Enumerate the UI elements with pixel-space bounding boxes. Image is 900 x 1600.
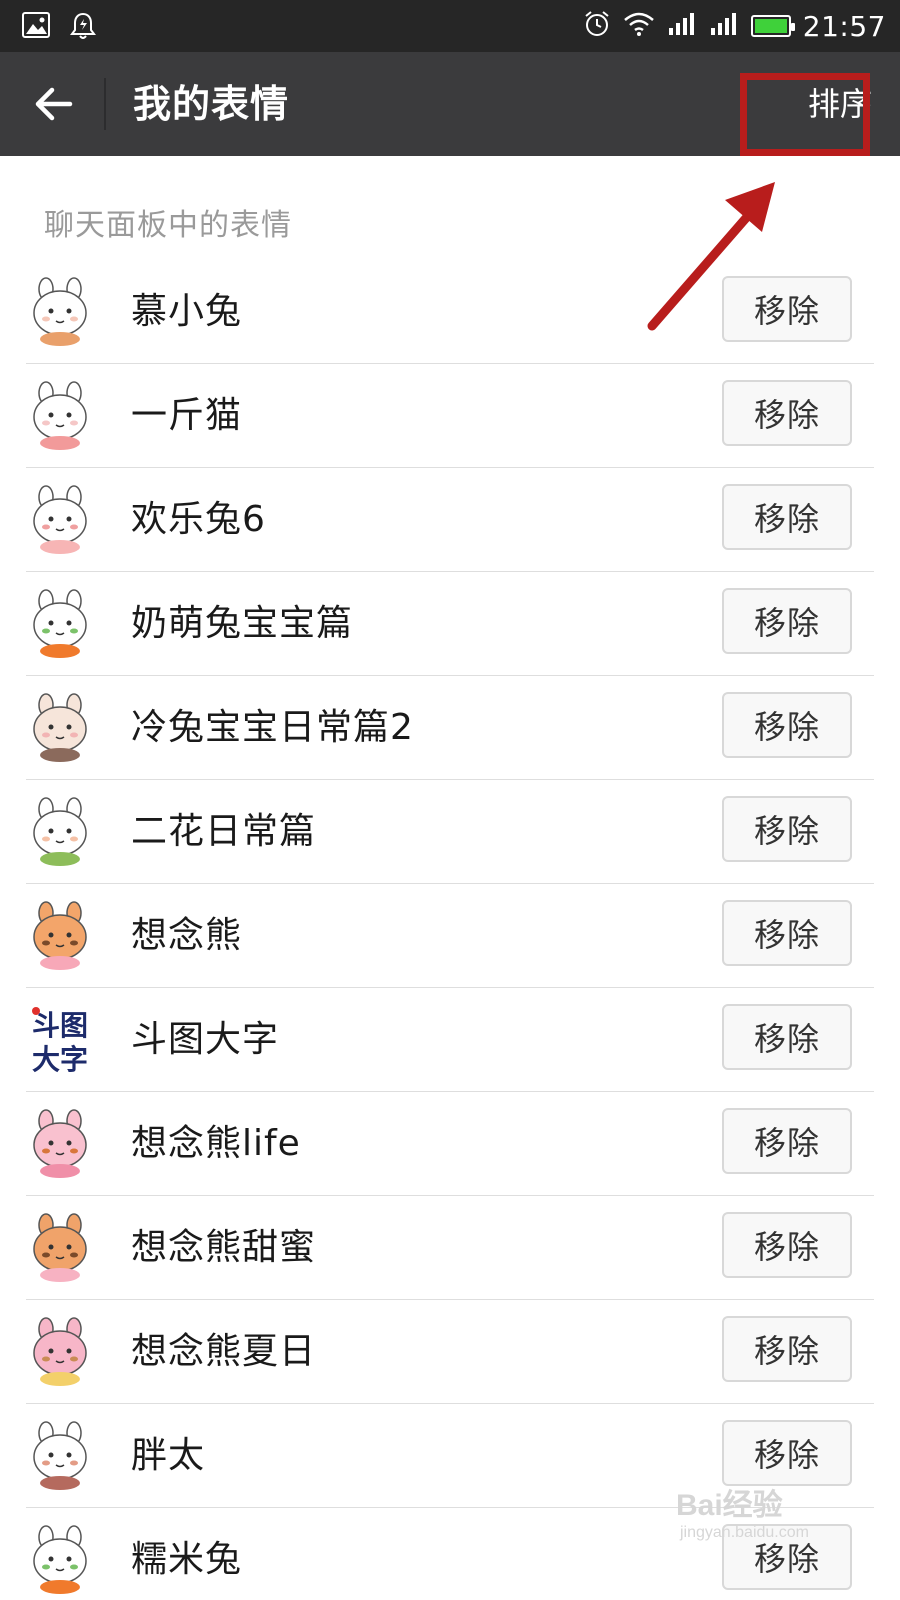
sticker-row[interactable]: 欢乐兔6 移除 [0, 468, 900, 572]
sticker-row[interactable]: 一斤猫 移除 [0, 364, 900, 468]
battery-icon [750, 15, 795, 37]
sticker-name: 冷兔宝宝日常篇2 [131, 707, 414, 748]
clock-time: 21:57 [802, 9, 886, 43]
svg-text:大字: 大字 [32, 1043, 88, 1075]
cat-sticker-icon [24, 379, 96, 451]
back-arrow-icon [35, 87, 73, 121]
alarm-icon [583, 10, 611, 42]
text-logo-icon: 斗图 大字 [24, 1003, 96, 1075]
status-bar: 21:57 [0, 0, 900, 52]
sticker-name: 慕小兔 [131, 291, 243, 332]
sticker-row[interactable]: 想念熊 移除 [0, 884, 900, 988]
sticker-row[interactable]: 想念熊life 移除 [0, 1092, 900, 1196]
sticker-name: 想念熊甜蜜 [131, 1227, 317, 1268]
fox-cat-sticker-icon [24, 1419, 96, 1491]
pink-bear-sticker-icon [24, 1107, 96, 1179]
remove-button[interactable]: 移除 [722, 692, 852, 758]
sticker-row[interactable]: 想念熊甜蜜 移除 [0, 1196, 900, 1300]
back-button[interactable] [28, 78, 80, 130]
remove-button[interactable]: 移除 [722, 796, 852, 862]
remove-button[interactable]: 移除 [722, 900, 852, 966]
remove-button[interactable]: 移除 [722, 1212, 852, 1278]
sticker-name: 想念熊夏日 [131, 1331, 317, 1372]
remove-button[interactable]: 移除 [722, 1004, 852, 1070]
remove-button[interactable]: 移除 [722, 1316, 852, 1382]
bunny-pig-sticker-icon [24, 483, 96, 555]
remove-button[interactable]: 移除 [722, 276, 852, 342]
bear-pig-sticker-icon [24, 899, 96, 971]
watermark-sub: jingyan.baidu.com [680, 1524, 809, 1541]
sprout-sticker-icon [24, 795, 96, 867]
remove-button[interactable]: 移除 [722, 1420, 852, 1486]
bunny-carrot-sticker-icon [24, 587, 96, 659]
sticker-name: 想念熊 [131, 915, 243, 956]
bunny-sticker-icon [24, 275, 96, 347]
remove-button[interactable]: 移除 [722, 1108, 852, 1174]
image-icon [22, 12, 50, 44]
bunny-carrot-sticker-icon [24, 1523, 96, 1595]
content: 聊天面板中的表情 慕小兔 移除 一斤猫 移除 欢乐兔6 移除 奶萌兔宝宝篇 移除 冷兔宝宝日常篇… [0, 156, 900, 1600]
sticker-name: 欢乐兔6 [131, 499, 266, 540]
bear-icecream-sticker-icon [24, 1315, 96, 1387]
sticker-name: 胖太 [131, 1435, 206, 1476]
sticker-name: 奶萌兔宝宝篇 [131, 603, 354, 644]
remove-button[interactable]: 移除 [722, 588, 852, 654]
sticker-name: 想念熊life [131, 1123, 301, 1164]
sticker-name: 斗图大字 [131, 1019, 280, 1060]
annotation-highlight-box [740, 73, 870, 156]
sticker-row[interactable]: 想念熊夏日 移除 [0, 1300, 900, 1404]
watermark: Bai经验 jingyan.baidu.com [676, 1480, 809, 1542]
svg-text:斗图: 斗图 [32, 1009, 88, 1042]
sticker-row[interactable]: 二花日常篇 移除 [0, 780, 900, 884]
signal-icon [709, 12, 739, 40]
sticker-name: 二花日常篇 [131, 811, 317, 852]
section-header: 聊天面板中的表情 [44, 208, 292, 243]
sticker-name: 一斤猫 [131, 395, 243, 436]
sticker-row[interactable]: 冷兔宝宝日常篇2 移除 [0, 676, 900, 780]
remove-button[interactable]: 移除 [722, 484, 852, 550]
remove-button[interactable]: 移除 [722, 380, 852, 446]
bunny-desk-sticker-icon [24, 691, 96, 763]
bear-hug-sticker-icon [24, 1211, 96, 1283]
sticker-row[interactable]: 慕小兔 移除 [0, 260, 900, 364]
signal-icon [667, 12, 697, 40]
sticker-name: 糯米兔 [131, 1539, 243, 1580]
page-title: 我的表情 [133, 82, 290, 126]
wifi-icon [623, 11, 655, 41]
sticker-row[interactable]: 斗图 大字 斗图大字 移除 [0, 988, 900, 1092]
title-divider [104, 78, 106, 130]
sticker-row[interactable]: 奶萌兔宝宝篇 移除 [0, 572, 900, 676]
notification-bell-icon [70, 12, 96, 44]
sticker-list: 慕小兔 移除 一斤猫 移除 欢乐兔6 移除 奶萌兔宝宝篇 移除 冷兔宝宝日常篇2 移除 二花日常篇移… [0, 260, 900, 1600]
watermark-main: Bai经验 [676, 1489, 783, 1522]
